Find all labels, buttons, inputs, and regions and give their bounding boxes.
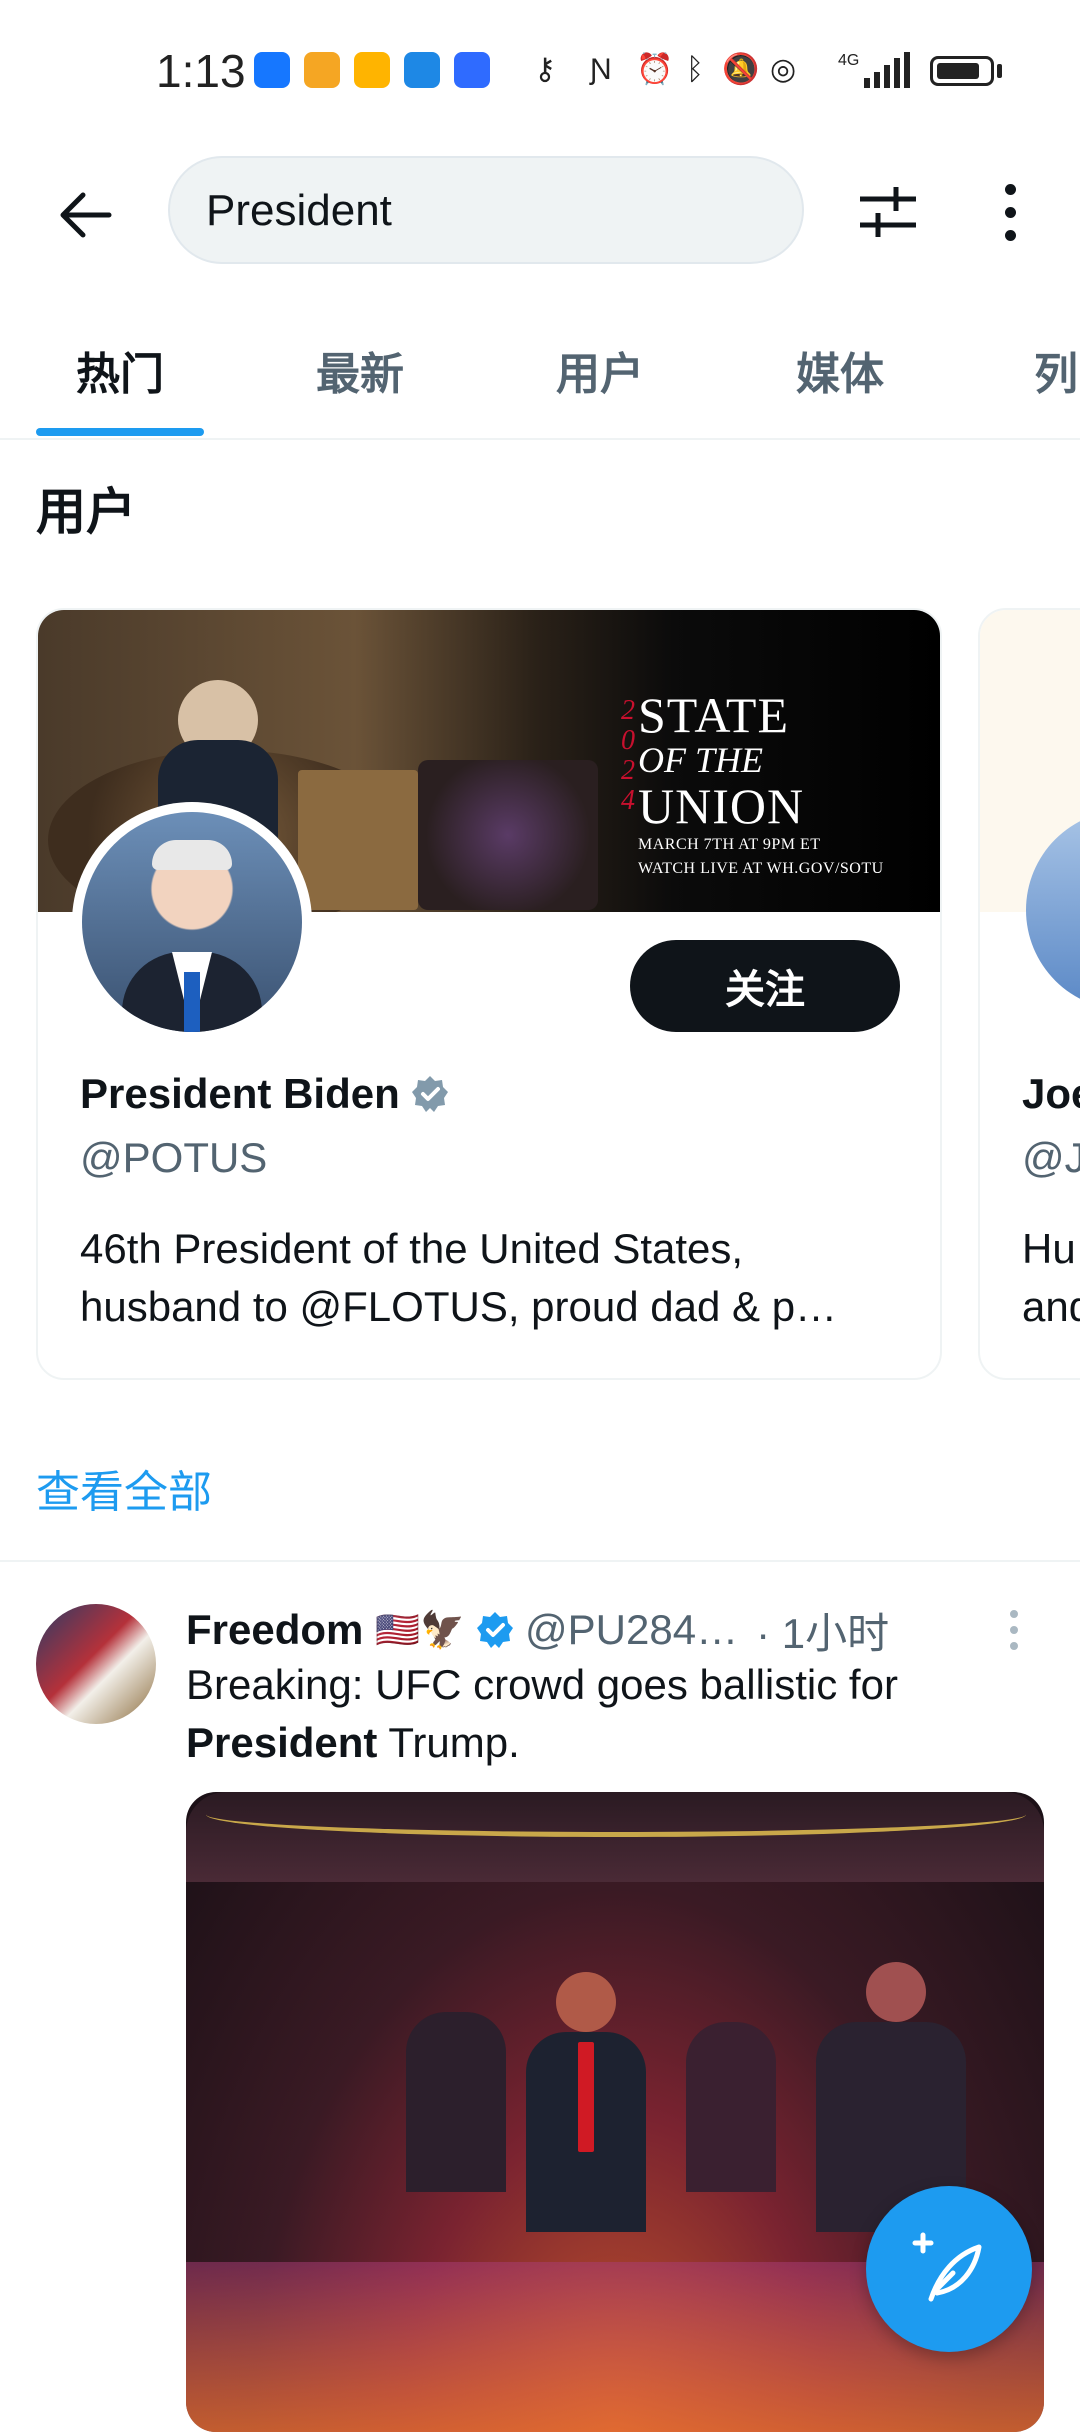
user-name-text: President Biden — [80, 1070, 400, 1117]
tweet-avatar[interactable] — [36, 1604, 156, 1724]
avatar[interactable] — [72, 802, 312, 1042]
more-vertical-icon — [1004, 183, 1016, 195]
user-handle: @POTUS — [80, 1134, 268, 1181]
mute-icon: 🔕 — [722, 53, 760, 86]
user-handle: @J — [1022, 1134, 1080, 1181]
tab-people[interactable]: 用户 — [520, 338, 680, 402]
user-name[interactable]: Joe — [1022, 1070, 1080, 1118]
alipay-icon — [254, 52, 290, 88]
tweet-author-handle[interactable]: @PU284… — [525, 1606, 738, 1654]
tweet-author-emoji: 🇺🇸🦅 — [375, 1609, 466, 1650]
arrow-left-icon — [60, 192, 112, 238]
tab-media[interactable]: 媒体 — [760, 338, 920, 402]
tweet-text: Breaking: UFC crowd goes ballistic for P… — [186, 1661, 898, 1766]
divider — [0, 1560, 1080, 1562]
user-bio: Hu and — [1022, 1225, 1080, 1330]
tweet-timestamp: · 1小时 — [756, 1609, 890, 1657]
view-all-link[interactable]: 查看全部 — [36, 1456, 212, 1520]
more-options-button[interactable] — [980, 172, 1040, 252]
battery-icon — [930, 56, 994, 86]
divider — [0, 438, 1080, 440]
status-time: 1:13 — [156, 45, 246, 97]
verified-badge-icon — [411, 1076, 448, 1112]
search-query[interactable]: President — [206, 186, 392, 236]
tab-lists[interactable]: 列 — [1034, 338, 1080, 402]
tweet-more-button[interactable] — [1010, 1610, 1018, 1650]
section-heading: 用户 — [36, 484, 136, 540]
verified-badge-icon — [477, 1612, 514, 1648]
user-bio: 46th President of the United States, hus… — [80, 1225, 838, 1330]
alarm-icon: ⏰ — [636, 53, 674, 86]
network-type: 4G — [838, 52, 860, 69]
user-name[interactable]: President Biden — [80, 1070, 450, 1118]
filter-button[interactable] — [848, 172, 928, 252]
app-target-icon — [304, 52, 340, 88]
back-button[interactable] — [40, 170, 130, 260]
mail-icon — [354, 52, 390, 88]
user-card[interactable]: 2024 STATE OF THE UNION MARCH 7TH AT 9PM… — [36, 608, 942, 1380]
bluetooth-icon: ᛒ — [686, 53, 704, 86]
active-tab-indicator — [36, 428, 204, 436]
app-shield-icon — [454, 52, 490, 88]
hotspot-icon: ◎ — [770, 53, 797, 86]
compose-feather-icon — [912, 2232, 982, 2302]
follow-button[interactable]: 关注 — [630, 940, 900, 1032]
signal-icon — [864, 52, 910, 88]
status-bar: 1:13 ⚷ Ɲ ⏰ ᛒ 🔕 ◎ 4G — [0, 0, 1080, 140]
banner-year: 2024 — [621, 695, 635, 816]
key-icon: ⚷ — [534, 53, 556, 86]
tweet-author-name[interactable]: Freedom — [186, 1606, 363, 1654]
user-card[interactable]: Joe @J Hu and — [978, 608, 1080, 1380]
sliders-icon — [860, 187, 916, 237]
search-highlight: President — [186, 1719, 378, 1766]
tab-top[interactable]: 热门 — [40, 338, 200, 402]
store-icon — [404, 52, 440, 88]
nfc-icon: Ɲ — [590, 53, 612, 86]
tab-latest[interactable]: 最新 — [280, 338, 440, 402]
compose-button[interactable] — [866, 2186, 1032, 2352]
more-vertical-icon — [1010, 1610, 1018, 1618]
tweet-header: Freedom 🇺🇸🦅 @PU284… · 1小时 — [186, 1600, 1046, 1660]
banner-title: STATE OF THE UNION MARCH 7TH AT 9PM ET W… — [638, 687, 884, 877]
